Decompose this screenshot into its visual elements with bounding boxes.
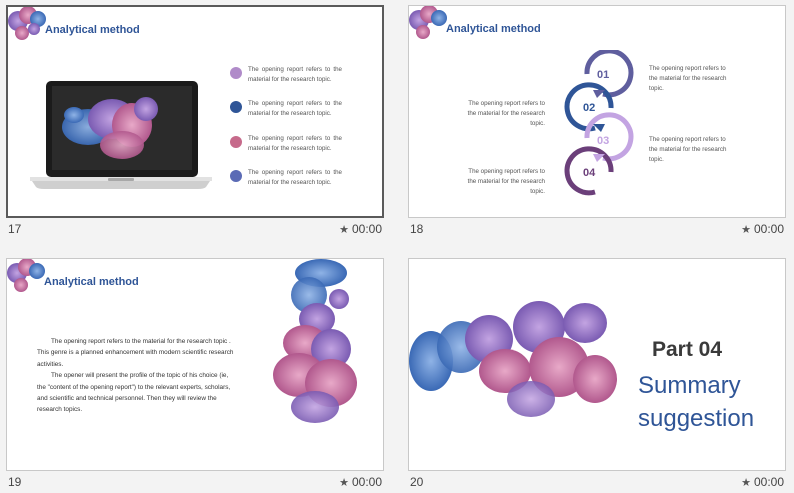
body-text: The opening report refers to the materia…	[37, 336, 237, 416]
ink-smoke-image	[273, 259, 357, 423]
star-icon: ★	[339, 477, 349, 489]
section-part-label: Part 04	[652, 338, 723, 361]
slide-number: 18	[410, 222, 424, 236]
paragraph: The opening report refers to the materia…	[37, 338, 234, 368]
step-label: 03	[597, 135, 610, 147]
slide-thumbnail-17[interactable]: Analytical method The opening report ref…	[6, 5, 384, 240]
slide-timing[interactable]: ★ 00:00	[741, 475, 784, 489]
slide-title: Analytical method	[446, 23, 541, 35]
slide-timing[interactable]: ★ 00:00	[339, 475, 382, 489]
bullet-dot	[230, 101, 242, 113]
heading-line: suggestion	[638, 405, 755, 432]
star-icon: ★	[741, 224, 751, 236]
step-description: The opening report refers to the materia…	[467, 100, 545, 127]
paragraph: The opener will present the profile of t…	[37, 372, 231, 414]
section-heading: Summary suggestion	[638, 369, 754, 435]
laptop-image	[30, 81, 212, 189]
step-description: The opening report refers to the materia…	[467, 168, 545, 195]
slide-canvas: Analytical method The opening report ref…	[6, 258, 384, 471]
step-description: The opening report refers to the materia…	[649, 65, 727, 92]
slide-timing[interactable]: ★ 00:00	[741, 222, 784, 236]
heading-line: Summary	[638, 372, 741, 399]
slide-thumbnail-19[interactable]: Analytical method The opening report ref…	[6, 258, 384, 493]
slide-canvas: Part 04 Summary suggestion	[408, 258, 786, 471]
step-label: 02	[583, 102, 596, 114]
slide-footer: 20 ★ 00:00	[408, 473, 786, 493]
slide-canvas: Analytical method 01 02 03 04 The openin…	[408, 5, 786, 218]
bullet-text: The opening report refers to the materia…	[248, 169, 342, 186]
bullet-text: The opening report refers to the materia…	[248, 66, 342, 83]
slide-canvas: Analytical method The opening report ref…	[6, 5, 384, 218]
slide-footer: 17 ★ 00:00	[6, 220, 384, 240]
ink-smoke-image	[409, 301, 617, 417]
timing-value: 00:00	[753, 222, 784, 236]
slide-title: Analytical method	[45, 24, 140, 36]
bullet-text: The opening report refers to the materia…	[248, 135, 342, 152]
timing-value: 00:00	[753, 475, 784, 489]
slide-number: 20	[410, 475, 424, 489]
star-icon: ★	[339, 224, 349, 236]
step-description: The opening report refers to the materia…	[649, 136, 727, 163]
bullet-text: The opening report refers to the materia…	[248, 100, 342, 117]
timing-value: 00:00	[351, 222, 382, 236]
bullet-dot	[230, 170, 242, 182]
slide-footer: 18 ★ 00:00	[408, 220, 786, 240]
step-label: 01	[597, 69, 610, 81]
slide-number: 19	[8, 475, 22, 489]
timing-value: 00:00	[351, 475, 382, 489]
slide-number: 17	[8, 222, 22, 236]
slide-thumbnail-20[interactable]: Part 04 Summary suggestion 20 ★ 00:00	[408, 258, 786, 493]
star-icon: ★	[741, 477, 751, 489]
slide-timing[interactable]: ★ 00:00	[339, 222, 382, 236]
slide-title: Analytical method	[44, 276, 139, 288]
bullet-dot	[230, 67, 242, 79]
slide-thumbnail-18[interactable]: Analytical method 01 02 03 04 The openin…	[408, 5, 786, 240]
bullet-dot	[230, 136, 242, 148]
slide-footer: 19 ★ 00:00	[6, 473, 384, 493]
step-label: 04	[583, 167, 596, 179]
